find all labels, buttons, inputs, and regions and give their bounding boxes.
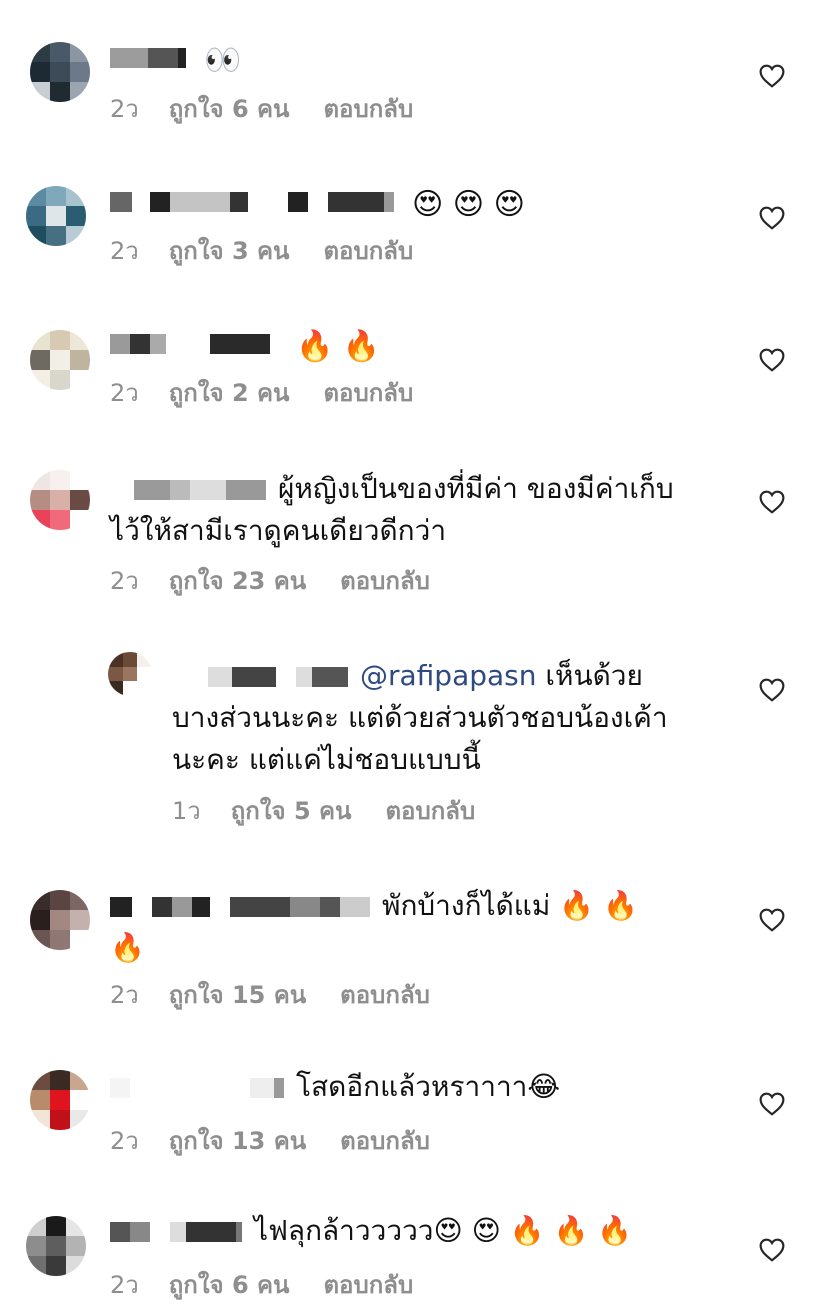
username-redacted[interactable] bbox=[110, 897, 370, 917]
comment-body: @rafipapasn เห็นด้วย บางส่วนนะคะ แต่ด้วย… bbox=[172, 655, 732, 781]
heart-icon[interactable] bbox=[759, 348, 785, 372]
comment-meta: 1ว ถูกใจ 5 คน ตอบกลับ bbox=[172, 796, 509, 826]
heart-icon[interactable] bbox=[759, 1238, 785, 1262]
reply-button[interactable]: ตอบกลับ bbox=[385, 797, 475, 825]
heart-icon[interactable] bbox=[759, 490, 785, 514]
username-redacted[interactable] bbox=[172, 667, 348, 687]
comment-text: ไฟลุกล้าววววว😍 😍 🔥 🔥 🔥 bbox=[254, 1214, 633, 1247]
avatar[interactable] bbox=[30, 890, 90, 950]
reply-button[interactable]: ตอบกลับ bbox=[340, 1127, 430, 1155]
comment-body: ไฟลุกล้าววววว😍 😍 🔥 🔥 🔥 bbox=[110, 1210, 632, 1252]
comment-text-line1: ผู้หญิงเป็นของที่มีค่า ของมีค่าเก็บ bbox=[278, 472, 674, 505]
comment-text: 😍 😍 😍 bbox=[412, 187, 525, 222]
likes-count[interactable]: ถูกใจ 15 คน bbox=[169, 981, 306, 1009]
comment-text-line2: ไว้ให้สามีเราดูคนเดียวดีกว่า bbox=[110, 514, 447, 547]
comment-body: พักบ้างก็ได้แม่ 🔥 🔥 🔥 bbox=[110, 885, 750, 969]
likes-count[interactable]: ถูกใจ 6 คน bbox=[169, 1271, 290, 1299]
comment-time: 2ว bbox=[110, 981, 139, 1009]
reply-button[interactable]: ตอบกลับ bbox=[323, 1271, 413, 1299]
username-redacted[interactable] bbox=[110, 480, 266, 500]
avatar[interactable] bbox=[108, 652, 152, 696]
username-redacted[interactable] bbox=[110, 1078, 284, 1098]
comment-meta: 2ว ถูกใจ 2 คน ตอบกลับ bbox=[110, 378, 447, 408]
heart-icon[interactable] bbox=[759, 206, 785, 230]
avatar[interactable] bbox=[30, 330, 90, 390]
username-redacted[interactable] bbox=[110, 48, 186, 68]
comment-meta: 2ว ถูกใจ 3 คน ตอบกลับ bbox=[110, 236, 447, 266]
username-redacted[interactable] bbox=[110, 1222, 242, 1242]
comment-meta: 2ว ถูกใจ 6 คน ตอบกลับ bbox=[110, 94, 447, 124]
heart-icon[interactable] bbox=[759, 908, 785, 932]
reply-button[interactable]: ตอบกลับ bbox=[340, 981, 430, 1009]
username-redacted[interactable] bbox=[110, 192, 394, 212]
reply-button[interactable]: ตอบกลับ bbox=[323, 95, 413, 123]
avatar[interactable] bbox=[30, 1070, 90, 1130]
comment-meta: 2ว ถูกใจ 23 คน ตอบกลับ bbox=[110, 566, 464, 596]
likes-count[interactable]: ถูกใจ 5 คน bbox=[231, 797, 352, 825]
comment-text: 🔥 🔥 bbox=[296, 329, 381, 364]
comment-text-line2: 🔥 bbox=[110, 931, 145, 964]
comment-body: 😍 😍 😍 bbox=[110, 180, 525, 222]
likes-count[interactable]: ถูกใจ 13 คน bbox=[169, 1127, 306, 1155]
likes-count[interactable]: ถูกใจ 3 คน bbox=[169, 237, 290, 265]
comment-text-line2: บางส่วนนะคะ แต่ด้วยส่วนตัวชอบน้องเค้า bbox=[172, 701, 668, 734]
avatar[interactable] bbox=[26, 186, 86, 246]
comment-meta: 2ว ถูกใจ 15 คน ตอบกลับ bbox=[110, 980, 464, 1010]
reply-button[interactable]: ตอบกลับ bbox=[323, 237, 413, 265]
mention-link[interactable]: @rafipapasn bbox=[360, 659, 537, 692]
comment-meta: 2ว ถูกใจ 6 คน ตอบกลับ bbox=[110, 1270, 447, 1300]
reply-button[interactable]: ตอบกลับ bbox=[323, 379, 413, 407]
comment-body: โสดอีกแล้วหราาาา😂 bbox=[110, 1066, 560, 1108]
heart-icon[interactable] bbox=[759, 678, 785, 702]
comment-time: 2ว bbox=[110, 237, 139, 265]
reply-button[interactable]: ตอบกลับ bbox=[340, 567, 430, 595]
comment-body: 👀 bbox=[110, 36, 241, 78]
comment-text-line3: นะคะ แต่แค่ไม่ชอบแบบนี้ bbox=[172, 743, 481, 776]
avatar[interactable] bbox=[30, 470, 90, 530]
comment-text: 👀 bbox=[204, 43, 242, 78]
comment-text-line1: พักบ้างก็ได้แม่ 🔥 🔥 bbox=[382, 889, 638, 922]
comment-time: 2ว bbox=[110, 95, 139, 123]
likes-count[interactable]: ถูกใจ 23 คน bbox=[169, 567, 306, 595]
avatar[interactable] bbox=[30, 42, 90, 102]
comment-text: โสดอีกแล้วหราาาา😂 bbox=[296, 1070, 561, 1103]
heart-icon[interactable] bbox=[759, 64, 785, 88]
username-redacted[interactable] bbox=[110, 334, 278, 354]
comment-text-line1: เห็นด้วย bbox=[536, 659, 643, 692]
comment-body: ผู้หญิงเป็นของที่มีค่า ของมีค่าเก็บ ไว้ใ… bbox=[110, 468, 750, 552]
comment-time: 2ว bbox=[110, 567, 139, 595]
comment-time: 2ว bbox=[110, 379, 139, 407]
likes-count[interactable]: ถูกใจ 2 คน bbox=[169, 379, 290, 407]
heart-icon[interactable] bbox=[759, 1092, 785, 1116]
comment-time: 1ว bbox=[172, 797, 201, 825]
comment-time: 2ว bbox=[110, 1127, 139, 1155]
comment-meta: 2ว ถูกใจ 13 คน ตอบกลับ bbox=[110, 1126, 464, 1156]
likes-count[interactable]: ถูกใจ 6 คน bbox=[169, 95, 290, 123]
comment-body: 🔥 🔥 bbox=[110, 322, 380, 364]
avatar[interactable] bbox=[26, 1216, 86, 1276]
comment-time: 2ว bbox=[110, 1271, 139, 1299]
